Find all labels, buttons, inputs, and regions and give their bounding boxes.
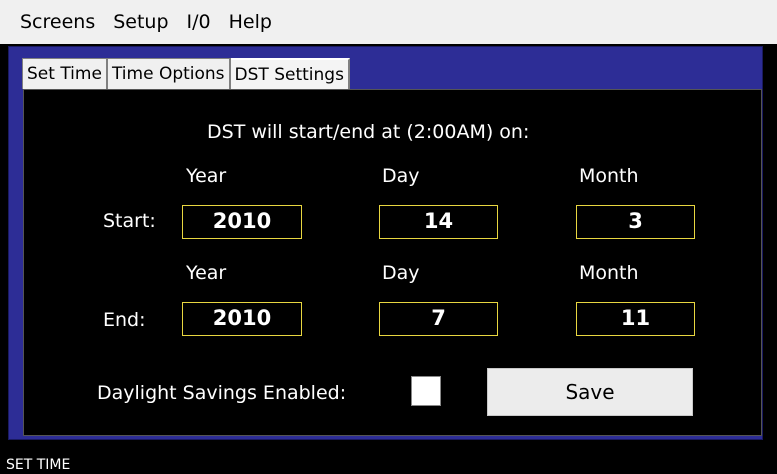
- menu-bar: Screens Setup I/0 Help: [0, 0, 777, 46]
- dst-heading: DST will start/end at (2:00AM) on:: [207, 121, 530, 143]
- end-year-header: Year: [186, 262, 227, 284]
- tab-time-options[interactable]: Time Options: [107, 58, 231, 89]
- end-label: End:: [103, 309, 146, 331]
- start-day-header: Day: [382, 165, 420, 187]
- end-month-header: Month: [579, 262, 639, 284]
- start-month-field[interactable]: 3: [576, 205, 695, 239]
- tab-set-time[interactable]: Set Time: [22, 58, 108, 89]
- menu-setup[interactable]: Setup: [104, 11, 177, 33]
- save-button[interactable]: Save: [487, 368, 693, 416]
- end-month-field[interactable]: 11: [576, 302, 695, 336]
- tab-dst-settings[interactable]: DST Settings: [230, 58, 350, 89]
- start-label: Start:: [103, 210, 156, 232]
- menu-io[interactable]: I/0: [178, 11, 220, 33]
- tab-strip: Set Time Time Options DST Settings: [22, 58, 350, 89]
- dst-enabled-checkbox[interactable]: [411, 376, 441, 406]
- start-year-field[interactable]: 2010: [182, 205, 302, 239]
- menu-help[interactable]: Help: [220, 11, 281, 33]
- start-day-field[interactable]: 14: [379, 205, 498, 239]
- start-year-header: Year: [186, 165, 227, 187]
- end-year-field[interactable]: 2010: [182, 302, 302, 336]
- end-day-field[interactable]: 7: [379, 302, 498, 336]
- status-bar: SET TIME: [0, 456, 777, 474]
- menu-screens[interactable]: Screens: [0, 11, 104, 33]
- end-day-header: Day: [382, 262, 420, 284]
- dst-enabled-label: Daylight Savings Enabled:: [97, 382, 347, 404]
- start-month-header: Month: [579, 165, 639, 187]
